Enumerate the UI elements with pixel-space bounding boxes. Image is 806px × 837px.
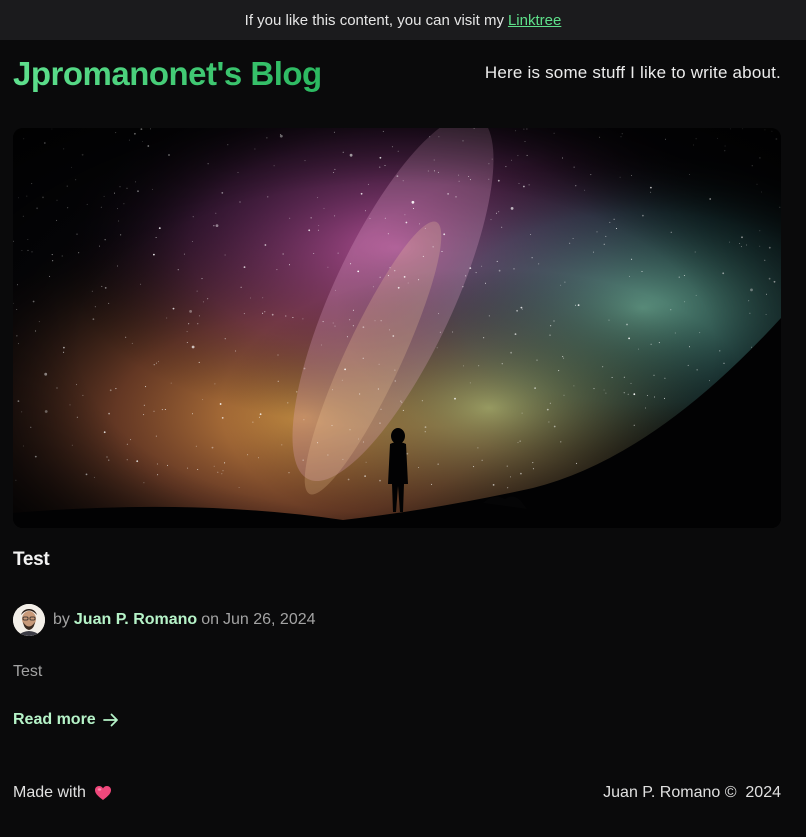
made-with-label: Made with bbox=[13, 784, 86, 801]
by-label: by bbox=[53, 610, 70, 628]
arrow-right-icon bbox=[102, 713, 118, 727]
post-date: Jun 26, 2024 bbox=[223, 610, 316, 628]
author-name[interactable]: Juan P. Romano bbox=[74, 611, 197, 629]
author-avatar bbox=[13, 603, 45, 636]
heart-icon bbox=[94, 785, 112, 801]
post-excerpt: Test bbox=[13, 663, 43, 680]
site-title[interactable]: Jpromanonet's Blog bbox=[13, 54, 322, 94]
starry-night-image bbox=[13, 128, 781, 528]
footer-copyright: Juan P. Romano © 2024 bbox=[603, 784, 781, 801]
post-title[interactable]: Test bbox=[13, 549, 50, 571]
post-hero-image[interactable] bbox=[13, 128, 781, 528]
post-meta: by Juan P. Romano on Jun 26, 2024 bbox=[13, 603, 316, 636]
linktree-link[interactable]: Linktree bbox=[508, 12, 561, 29]
announcement-bar: If you like this content, you can visit … bbox=[0, 0, 806, 40]
read-more-label: Read more bbox=[13, 711, 96, 728]
read-more-link[interactable]: Read more bbox=[13, 711, 120, 729]
site-tagline: Here is some stuff I like to write about… bbox=[484, 63, 781, 82]
footer-made-with: Made with bbox=[13, 784, 112, 802]
announcement-text: If you like this content, you can visit … bbox=[244, 11, 504, 29]
on-label: on bbox=[201, 610, 219, 628]
